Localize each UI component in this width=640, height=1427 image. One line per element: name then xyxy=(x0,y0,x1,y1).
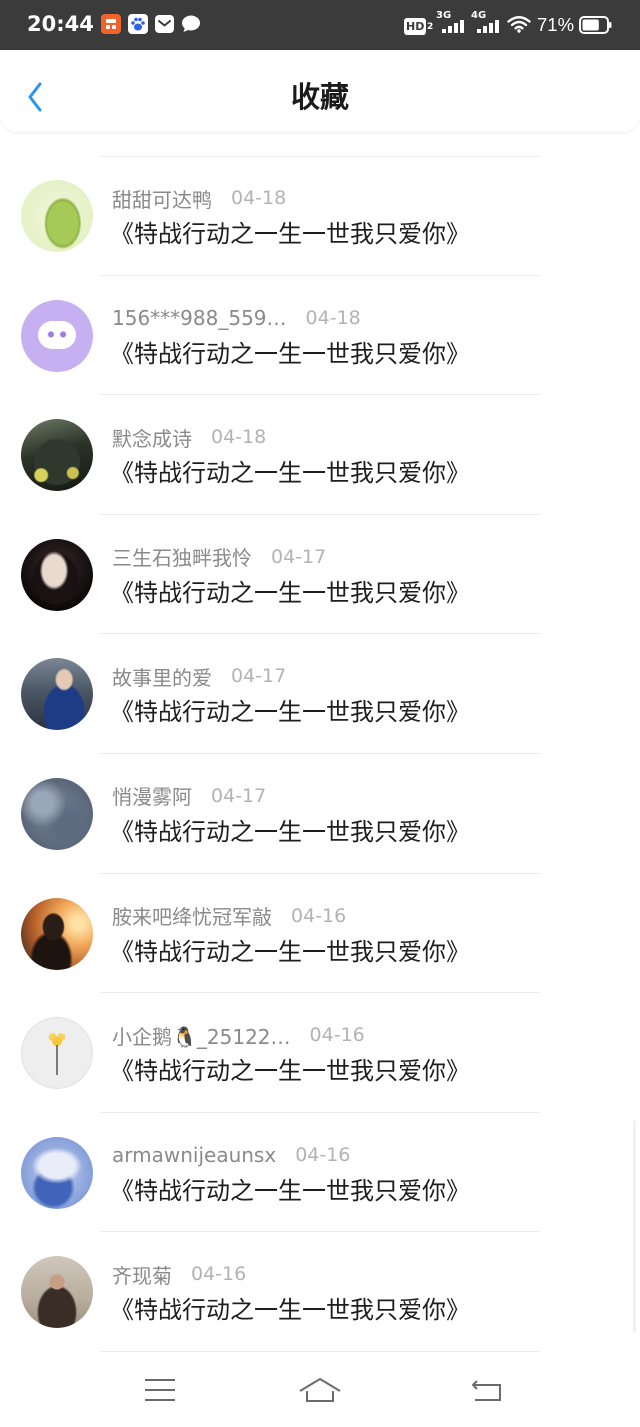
item-meta-row: 胺来吧绛忧冠军敲 04-16 xyxy=(112,903,347,930)
work-title: 《特战行动之一生一世我只爱你》 xyxy=(110,339,470,368)
signal-bars-icon xyxy=(442,20,464,33)
menu-button[interactable] xyxy=(120,1352,200,1427)
battery-level-fill xyxy=(582,19,599,31)
favorites-list: 甜甜可达鸭 04-18 《特战行动之一生一世我只爱你》 156***988_55… xyxy=(0,156,640,1352)
favorite-date: 04-16 xyxy=(295,1143,351,1166)
hd-subscript: 2 xyxy=(427,22,434,32)
signal-bars-icon xyxy=(477,20,499,33)
sim2-signal: 4G xyxy=(471,10,501,36)
user-avatar[interactable] xyxy=(21,299,93,372)
user-name: 故事里的爱 xyxy=(112,665,212,690)
baidu-paw-icon xyxy=(128,14,148,34)
favorite-date: 04-16 xyxy=(291,904,347,927)
work-title: 《特战行动之一生一世我只爱你》 xyxy=(110,698,470,727)
app-store-icon xyxy=(101,14,121,34)
item-meta-row: 156***988_559… 04-18 xyxy=(112,305,361,331)
battery-icon xyxy=(579,16,612,34)
sim1-signal: 3G xyxy=(436,10,466,36)
item-meta-row: 齐现菊 04-16 xyxy=(112,1261,247,1288)
item-meta-row: 默念成诗 04-18 xyxy=(112,424,267,451)
hd-voice-indicator: HD 2 xyxy=(404,15,434,35)
user-avatar[interactable] xyxy=(21,897,93,970)
favorite-item[interactable]: 悄漫雾阿 04-17 《特战行动之一生一世我只爱你》 xyxy=(0,754,640,874)
user-avatar[interactable] xyxy=(21,1017,93,1090)
item-meta-row: armawnijeaunsx 04-16 xyxy=(112,1142,350,1168)
favorite-item[interactable]: 甜甜可达鸭 04-18 《特战行动之一生一世我只爱你》 xyxy=(0,156,640,276)
system-nav-bar xyxy=(0,1352,640,1427)
user-name: 胺来吧绛忧冠军敲 xyxy=(112,905,272,930)
favorite-date: 04-18 xyxy=(211,426,267,449)
clock: 20:44 xyxy=(27,12,94,36)
work-title: 《特战行动之一生一世我只爱你》 xyxy=(110,1296,470,1325)
home-button[interactable] xyxy=(280,1352,360,1427)
work-title: 《特战行动之一生一世我只爱你》 xyxy=(110,459,470,488)
work-title: 《特战行动之一生一世我只爱你》 xyxy=(110,817,470,846)
work-title: 《特战行动之一生一世我只爱你》 xyxy=(110,937,470,966)
user-avatar[interactable] xyxy=(21,777,93,850)
user-name: armawnijeaunsx xyxy=(112,1142,277,1167)
work-title: 《特战行动之一生一世我只爱你》 xyxy=(110,1057,470,1086)
favorite-date: 04-16 xyxy=(309,1024,365,1047)
user-name: 悄漫雾阿 xyxy=(112,785,192,810)
work-title: 《特战行动之一生一世我只爱你》 xyxy=(110,220,470,248)
chat-bubble-icon xyxy=(182,15,200,32)
hd-label: HD xyxy=(404,18,427,35)
back-icon xyxy=(472,1379,501,1401)
work-title: 《特战行动之一生一世我只爱你》 xyxy=(110,1176,470,1205)
wifi-icon xyxy=(507,16,531,33)
favorite-item[interactable]: 齐现菊 04-16 《特战行动之一生一世我只爱你》 xyxy=(0,1232,640,1352)
favorite-date: 04-18 xyxy=(305,306,361,329)
favorite-date: 04-17 xyxy=(211,784,267,807)
favorite-item[interactable]: armawnijeaunsx 04-16 《特战行动之一生一世我只爱你》 xyxy=(0,1113,640,1233)
item-meta-row: 故事里的爱 04-17 xyxy=(112,663,287,690)
favorite-item[interactable]: 小企鹅🐧_25122… 04-16 《特战行动之一生一世我只爱你》 xyxy=(0,993,640,1113)
item-meta-row: 悄漫雾阿 04-17 xyxy=(112,783,267,810)
item-meta-row: 小企鹅🐧_25122… 04-16 xyxy=(112,1022,365,1049)
scrollbar[interactable] xyxy=(633,1120,636,1332)
app-header: 收藏 xyxy=(0,50,640,132)
user-avatar[interactable] xyxy=(21,1256,93,1329)
user-name: 156***988_559… xyxy=(112,305,287,330)
item-meta-row: 三生石独畔我怜 04-17 xyxy=(112,544,327,571)
favorite-date: 04-17 xyxy=(271,545,327,568)
work-title: 《特战行动之一生一世我只爱你》 xyxy=(110,578,470,607)
favorite-item[interactable]: 默念成诗 04-18 《特战行动之一生一世我只爱你》 xyxy=(0,395,640,515)
favorite-item[interactable]: 三生石独畔我怜 04-17 《特战行动之一生一世我只爱你》 xyxy=(0,515,640,635)
favorite-item[interactable]: 胺来吧绛忧冠军敲 04-16 《特战行动之一生一世我只爱你》 xyxy=(0,874,640,994)
favorite-date: 04-18 xyxy=(231,187,287,209)
favorite-item[interactable]: 故事里的爱 04-17 《特战行动之一生一世我只爱你》 xyxy=(0,634,640,754)
menu-icon xyxy=(145,1378,175,1401)
user-name: 小企鹅🐧_25122… xyxy=(112,1024,291,1049)
user-name: 三生石独畔我怜 xyxy=(112,546,252,571)
favorite-date: 04-17 xyxy=(231,665,287,688)
user-avatar[interactable] xyxy=(21,1136,93,1209)
home-icon xyxy=(299,1377,341,1402)
user-avatar[interactable] xyxy=(21,538,93,611)
user-avatar[interactable] xyxy=(21,419,93,492)
user-name: 默念成诗 xyxy=(112,426,192,451)
user-name: 甜甜可达鸭 xyxy=(112,187,212,212)
user-avatar[interactable] xyxy=(21,658,93,731)
page-title: 收藏 xyxy=(290,80,349,114)
item-meta-row: 甜甜可达鸭 04-18 xyxy=(112,185,287,212)
status-bar: 20:44 HD 2 3G 4G 71% xyxy=(0,0,640,50)
user-avatar[interactable] xyxy=(21,180,93,252)
user-name: 齐现菊 xyxy=(112,1263,172,1288)
mail-icon xyxy=(155,15,174,33)
favorite-date: 04-16 xyxy=(191,1263,247,1286)
battery-percent: 71% xyxy=(537,14,575,35)
system-back-button[interactable] xyxy=(447,1352,527,1427)
favorite-item[interactable]: 156***988_559… 04-18 《特战行动之一生一世我只爱你》 xyxy=(0,276,640,396)
